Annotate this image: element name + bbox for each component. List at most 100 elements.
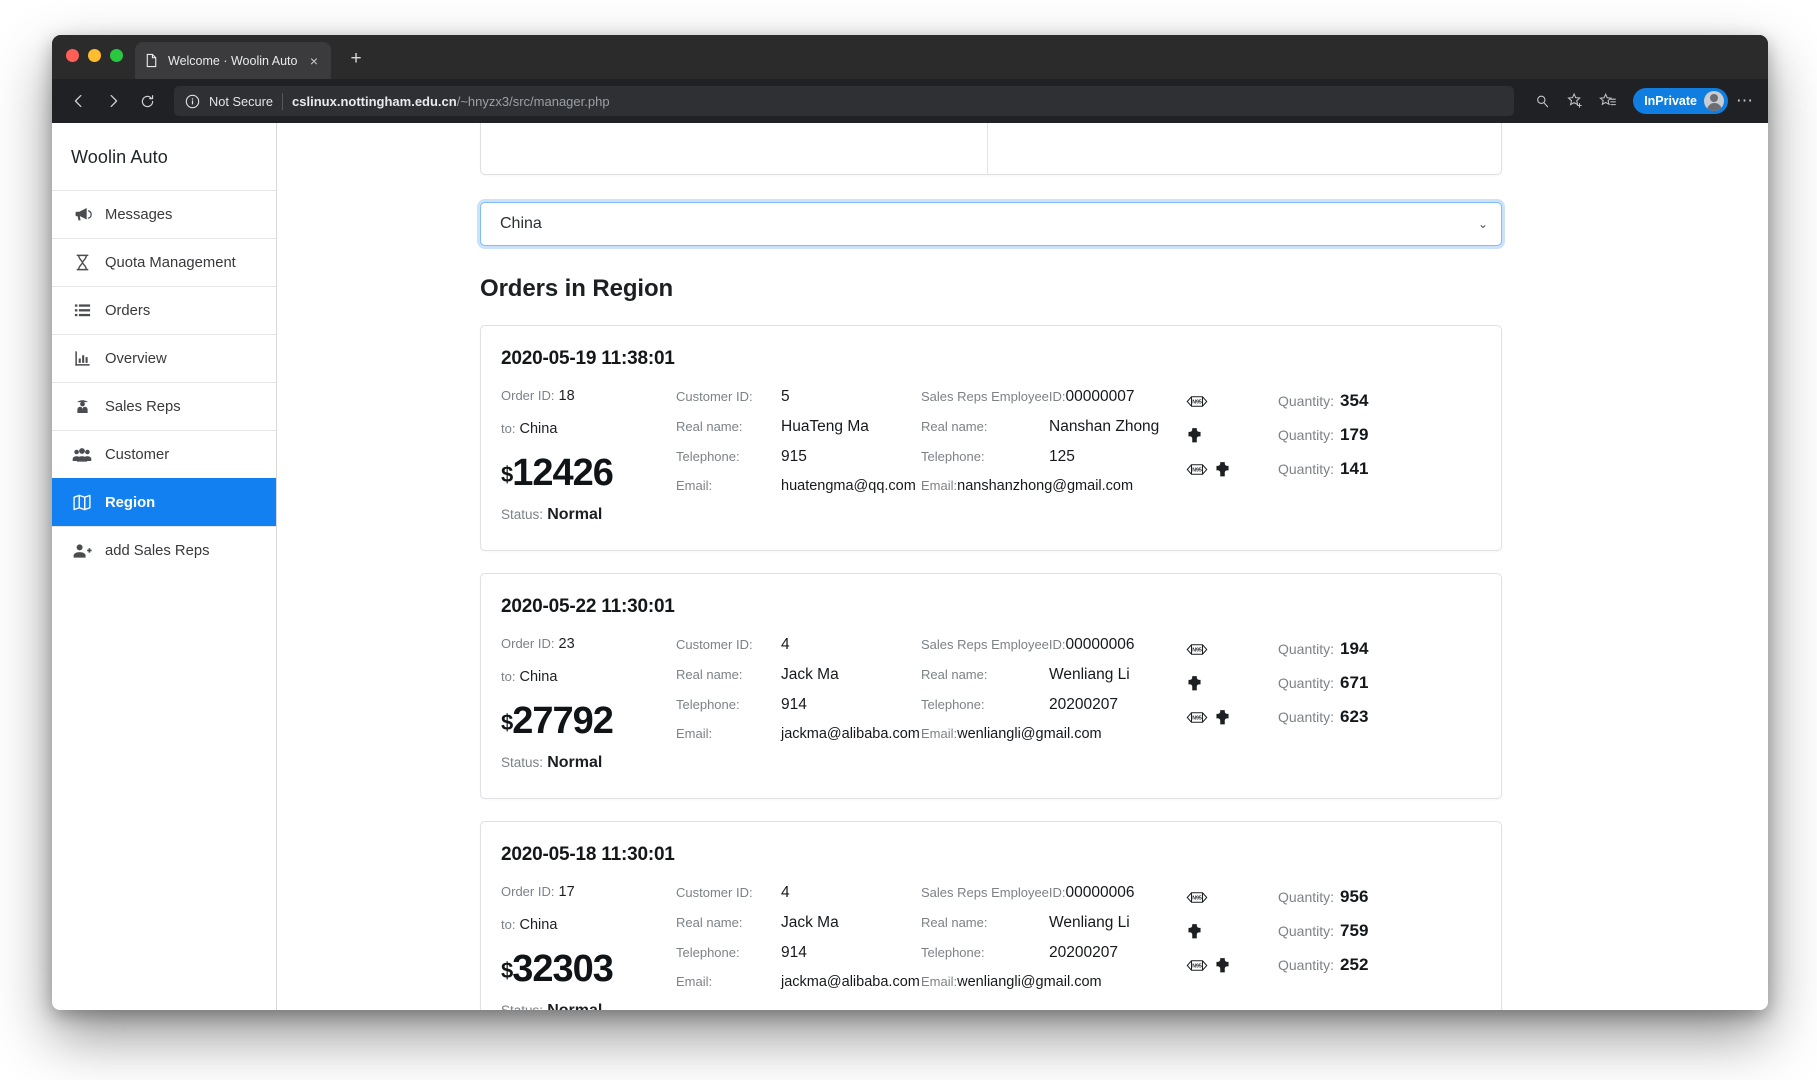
customer-phone-label: Telephone: bbox=[676, 697, 740, 712]
order-card[interactable]: 2020-05-22 11:30:01 Order ID: 23 to: Chi… bbox=[480, 573, 1502, 799]
sales-rep-email-value: wenliangli@gmail.com bbox=[957, 974, 1102, 990]
order-card[interactable]: 2020-05-19 11:38:01 Order ID: 18 to: Chi… bbox=[480, 325, 1502, 551]
order-summary-column: Order ID: 18 to: China $12426 Status: No… bbox=[501, 384, 676, 524]
order-id-value: 17 bbox=[558, 884, 575, 900]
product-icon-row: N95 bbox=[1186, 954, 1231, 976]
sales-rep-email-label: Email: bbox=[921, 726, 958, 741]
destination-label: to: bbox=[501, 917, 516, 932]
sales-rep-id-label: Sales Reps EmployeeID: bbox=[921, 637, 1066, 652]
sales-rep-column: Sales Reps EmployeeID: 00000007 Real name… bbox=[921, 384, 1186, 508]
sidebar-item-orders[interactable]: Orders bbox=[52, 286, 276, 334]
sales-rep-name-label: Real name: bbox=[921, 667, 988, 682]
reload-button[interactable] bbox=[130, 86, 164, 116]
close-window-button[interactable] bbox=[66, 49, 79, 62]
sales-rep-email-value: nanshanzhong@gmail.com bbox=[957, 478, 1134, 494]
quantity-row: Quantity: 956 bbox=[1278, 886, 1475, 908]
new-tab-button[interactable]: + bbox=[345, 48, 367, 70]
bar-chart-icon bbox=[72, 349, 92, 369]
order-id-label: Order ID: bbox=[501, 884, 555, 899]
megaphone-icon bbox=[72, 205, 92, 225]
status-label: Status: bbox=[501, 1003, 543, 1010]
sales-rep-phone-label: Telephone: bbox=[921, 697, 985, 712]
browser-toolbar: Not Secure cslinux.nottingham.edu.cn/~hn… bbox=[52, 79, 1768, 123]
browser-window: Welcome · Woolin Auto × + Not Secure csl… bbox=[52, 35, 1768, 1010]
product-icons-column: N95 N95 bbox=[1186, 384, 1278, 480]
sales-rep-email-label: Email: bbox=[921, 478, 958, 493]
sales-rep-id-label: Sales Reps EmployeeID: bbox=[921, 389, 1066, 404]
maximize-window-button[interactable] bbox=[110, 49, 123, 62]
quantity-value: 194 bbox=[1340, 639, 1369, 658]
customer-name-value: Jack Ma bbox=[781, 914, 839, 931]
url-domain: cslinux.nottingham.edu.cn bbox=[292, 93, 457, 109]
collections-icon[interactable] bbox=[1593, 86, 1623, 116]
currency-symbol: $ bbox=[501, 710, 513, 735]
minimize-window-button[interactable] bbox=[88, 49, 101, 62]
close-tab-button[interactable]: × bbox=[306, 54, 322, 68]
customer-name-label: Real name: bbox=[676, 667, 743, 682]
sales-rep-phone-label: Telephone: bbox=[921, 449, 985, 464]
browser-tab[interactable]: Welcome · Woolin Auto × bbox=[135, 42, 331, 79]
order-id-line: Order ID: 23 bbox=[501, 636, 676, 652]
customer-name-label: Real name: bbox=[676, 915, 743, 930]
sidebar-item-messages[interactable]: Messages bbox=[52, 190, 276, 238]
back-button[interactable] bbox=[62, 86, 96, 116]
avatar[interactable] bbox=[1704, 91, 1724, 111]
product-icon-row bbox=[1186, 672, 1203, 694]
order-price-value: 32303 bbox=[512, 948, 614, 990]
customer-email-label: Email: bbox=[676, 726, 713, 741]
quantity-value: 671 bbox=[1340, 673, 1369, 692]
browser-menu-button[interactable]: ⋯ bbox=[1736, 91, 1754, 111]
destination-line: to: China bbox=[501, 421, 676, 437]
region-select-value: China bbox=[500, 215, 542, 232]
status-value: Normal bbox=[547, 1002, 602, 1010]
n95-mask-icon: N95 bbox=[1186, 462, 1208, 477]
region-select[interactable]: China ⌄ bbox=[480, 202, 1502, 246]
customer-name-value: HuaTeng Ma bbox=[781, 418, 869, 435]
sales-rep-email-label: Email: bbox=[921, 974, 958, 989]
sidebar-item-label: Quota Management bbox=[105, 254, 236, 271]
users-icon bbox=[72, 445, 92, 465]
forward-button[interactable] bbox=[96, 86, 130, 116]
customer-phone-value: 914 bbox=[781, 696, 807, 713]
url-path: /~hnyzx3/src/manager.php bbox=[456, 93, 610, 109]
sidebar-item-label: Messages bbox=[105, 206, 173, 223]
quantity-row: Quantity: 671 bbox=[1278, 672, 1475, 694]
order-summary-column: Order ID: 23 to: China $27792 Status: No… bbox=[501, 632, 676, 772]
currency-symbol: $ bbox=[501, 958, 513, 983]
order-price: $32303 bbox=[501, 950, 676, 988]
sidebar-item-label: Region bbox=[105, 494, 156, 511]
quantity-value: 623 bbox=[1340, 707, 1369, 726]
omnibox-divider bbox=[282, 92, 284, 110]
sales-rep-id-value: 00000007 bbox=[1065, 388, 1135, 405]
sidebar-item-quota-management[interactable]: Quota Management bbox=[52, 238, 276, 286]
customer-email-label: Email: bbox=[676, 974, 713, 989]
medical-cross-icon bbox=[1214, 957, 1231, 974]
customer-id-value: 5 bbox=[781, 388, 790, 405]
sidebar-item-label: Overview bbox=[105, 350, 167, 367]
search-icon[interactable] bbox=[1527, 86, 1557, 116]
address-bar[interactable]: Not Secure cslinux.nottingham.edu.cn/~hn… bbox=[174, 86, 1515, 116]
order-price-value: 27792 bbox=[512, 700, 614, 742]
destination-line: to: China bbox=[501, 917, 676, 933]
order-summary-column: Order ID: 17 to: China $32303 bbox=[501, 880, 676, 1010]
sidebar-item-label: Sales Reps bbox=[105, 398, 181, 415]
status-badge: Status: Normal bbox=[501, 506, 676, 524]
sidebar-item-overview[interactable]: Overview bbox=[52, 334, 276, 382]
destination-value: China bbox=[519, 421, 558, 437]
customer-email-value: jackma@alibaba.com bbox=[781, 974, 920, 990]
add-favorite-icon[interactable] bbox=[1560, 86, 1590, 116]
quantity-row: Quantity: 354 bbox=[1278, 390, 1475, 412]
main-content: China ⌄ Orders in Region 2020-05-19 11:3… bbox=[277, 123, 1768, 1010]
order-card[interactable]: 2020-05-18 11:30:01 Order ID: 17 to: Chi… bbox=[480, 821, 1502, 1010]
sidebar-item-sales-reps[interactable]: Sales Reps bbox=[52, 382, 276, 430]
quantity-label: Quantity: bbox=[1278, 957, 1335, 973]
sales-rep-phone-value: 125 bbox=[1049, 448, 1075, 465]
destination-label: to: bbox=[501, 421, 516, 436]
url-text: cslinux.nottingham.edu.cn/~hnyzx3/src/ma… bbox=[292, 94, 610, 109]
sidebar-item-region[interactable]: Region bbox=[52, 478, 276, 526]
inprivate-badge[interactable]: InPrivate bbox=[1633, 88, 1728, 114]
page-icon bbox=[144, 53, 159, 68]
order-price-value: 12426 bbox=[512, 452, 614, 494]
sidebar-item-customer[interactable]: Customer bbox=[52, 430, 276, 478]
sidebar-item-add-sales-reps[interactable]: add Sales Reps bbox=[52, 526, 276, 574]
